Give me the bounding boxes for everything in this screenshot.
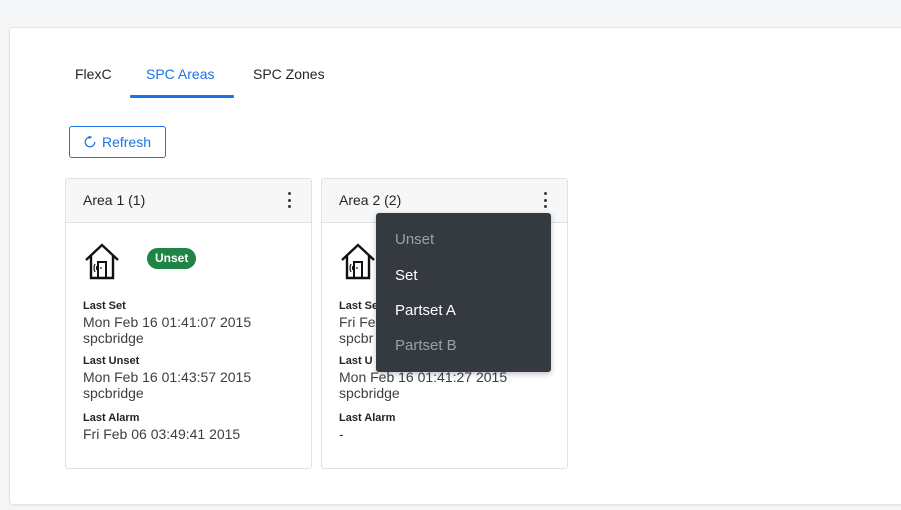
last-set-time: Fri Fe xyxy=(339,314,376,330)
menu-item-set[interactable]: Set xyxy=(395,267,418,284)
last-set-time: Mon Feb 16 01:41:07 2015 xyxy=(83,314,252,330)
last-set-user: spcbr xyxy=(339,330,374,346)
last-unset-user: spcbridge xyxy=(83,385,144,401)
active-tab-indicator xyxy=(130,95,234,98)
last-alarm-label: Last Alarm xyxy=(339,412,396,424)
tab-flexc[interactable]: FlexC xyxy=(75,66,112,82)
last-unset-user: spcbridge xyxy=(339,385,400,401)
refresh-icon xyxy=(84,136,96,148)
area-title: Area 1 (1) xyxy=(83,192,146,208)
house-wireless-icon xyxy=(338,242,378,280)
menu-item-partset-a[interactable]: Partset A xyxy=(395,302,456,319)
house-wireless-icon xyxy=(82,242,122,280)
area-title: Area 2 (2) xyxy=(339,192,402,208)
kebab-menu-icon[interactable] xyxy=(284,191,294,209)
last-unset-time: Mon Feb 16 01:43:57 2015 xyxy=(83,369,252,385)
refresh-button[interactable]: Refresh xyxy=(69,126,166,158)
status-badge: Unset xyxy=(147,248,197,269)
last-unset-label: Last Unset xyxy=(83,355,140,367)
last-set-label: Last Set xyxy=(83,300,126,312)
menu-item-unset: Unset xyxy=(395,231,435,248)
tab-spc-zones[interactable]: SPC Zones xyxy=(253,66,325,82)
refresh-label: Refresh xyxy=(101,134,152,150)
area-actions-dropdown: Unset Set Partset A Partset B xyxy=(376,213,551,372)
last-unset-label: Last U xyxy=(339,355,373,367)
last-set-user: spcbridge xyxy=(83,330,144,346)
last-set-label: Last Se xyxy=(339,300,379,312)
area-card: Area 1 (1) Unset Last Set Mon Feb 16 01:… xyxy=(65,178,312,469)
last-alarm-time: Fri Feb 06 03:49:41 2015 xyxy=(83,426,241,442)
last-alarm-label: Last Alarm xyxy=(83,412,140,424)
tab-spc-areas[interactable]: SPC Areas xyxy=(146,66,214,82)
menu-item-partset-b: Partset B xyxy=(395,337,457,354)
kebab-menu-icon[interactable] xyxy=(540,191,550,209)
card-header: Area 1 (1) xyxy=(66,179,311,223)
last-alarm-time: - xyxy=(339,426,344,442)
